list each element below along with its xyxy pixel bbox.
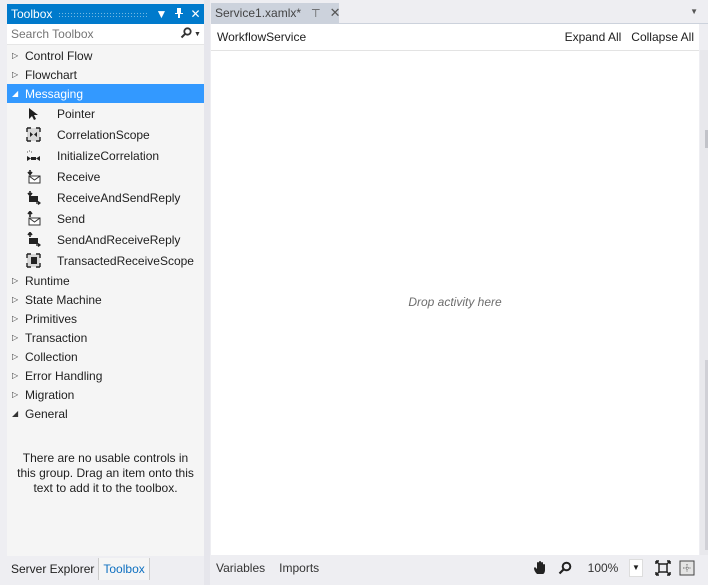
item-label: InitializeCorrelation xyxy=(57,148,160,163)
group-general[interactable]: ◢ General xyxy=(7,404,204,423)
toolbox-item-receive[interactable]: Receive xyxy=(7,166,204,187)
group-runtime[interactable]: ▷ Runtime xyxy=(7,271,204,290)
tab-server-explorer[interactable]: Server Explorer xyxy=(7,558,98,580)
collapsed-triangle-icon: ▷ xyxy=(12,295,19,304)
pin-tab-icon[interactable]: ⊤ xyxy=(311,7,321,20)
search-input[interactable] xyxy=(11,27,178,41)
group-messaging[interactable]: ◢ Messaging xyxy=(7,84,204,103)
item-label: Send xyxy=(57,211,86,226)
document-tab-service1[interactable]: Service1.xamlx* ⊤ ✕ xyxy=(211,3,341,23)
toolbox-item-initialize-correlation[interactable]: InitializeCorrelation xyxy=(7,145,204,166)
item-label: CorrelationScope xyxy=(57,127,150,142)
correlation-scope-icon xyxy=(25,127,41,143)
toolbox-title-bar[interactable]: Toolbox ▼ ✕ xyxy=(7,4,204,24)
group-error-handling[interactable]: ▷ Error Handling xyxy=(7,366,204,385)
tool-window-tabs: Server Explorer Toolbox xyxy=(7,558,150,580)
collapsed-triangle-icon: ▷ xyxy=(12,70,19,79)
toolbox-title: Toolbox xyxy=(11,7,53,21)
workflow-designer: WorkflowService Expand All Collapse All … xyxy=(211,24,699,555)
breadcrumb[interactable]: WorkflowService xyxy=(217,30,555,44)
search-icon[interactable] xyxy=(178,26,194,42)
collapsed-triangle-icon: ▷ xyxy=(12,314,19,323)
tab-toolbox[interactable]: Toolbox xyxy=(98,558,150,580)
pointer-icon xyxy=(25,106,41,122)
close-icon[interactable]: ✕ xyxy=(187,7,204,21)
receive-icon xyxy=(25,169,41,185)
group-label: Collection xyxy=(25,349,78,364)
group-label: State Machine xyxy=(25,292,102,307)
designer-statusbar: Variables Imports 100% ▼ xyxy=(211,555,699,580)
toolbox-search[interactable]: ▼ xyxy=(7,24,204,45)
zoom-level[interactable]: 100% xyxy=(577,561,629,575)
toolbox-item-receive-and-send-reply[interactable]: ReceiveAndSendReply xyxy=(7,187,204,208)
document-tab-label: Service1.xamlx* xyxy=(215,6,302,20)
group-label: Error Handling xyxy=(25,368,103,383)
collapsed-triangle-icon: ▷ xyxy=(12,371,19,380)
collapsed-triangle-icon: ▷ xyxy=(12,333,19,342)
toolbox-item-send-and-receive-reply[interactable]: SendAndReceiveReply xyxy=(7,229,204,250)
panel-splitter[interactable] xyxy=(204,0,210,585)
toolbox-item-pointer[interactable]: Pointer xyxy=(7,103,204,124)
collapsed-triangle-icon: ▷ xyxy=(12,276,19,285)
collapse-all-button[interactable]: Collapse All xyxy=(631,30,694,44)
group-label: Migration xyxy=(25,387,75,402)
fit-to-screen-icon[interactable] xyxy=(651,558,675,578)
pin-icon[interactable] xyxy=(170,7,187,22)
designer-header: WorkflowService Expand All Collapse All xyxy=(211,24,699,51)
group-label: Runtime xyxy=(25,273,70,288)
vertical-scrollbar[interactable] xyxy=(700,50,708,555)
collapsed-triangle-icon: ▷ xyxy=(12,352,19,361)
expanded-triangle-icon: ◢ xyxy=(12,409,19,418)
group-label: Messaging xyxy=(25,86,84,101)
group-label: Control Flow xyxy=(25,48,93,63)
variables-button[interactable]: Variables xyxy=(211,561,270,575)
group-collection[interactable]: ▷ Collection xyxy=(7,347,204,366)
toolbox-item-transacted-receive-scope[interactable]: TransactedReceiveScope xyxy=(7,250,204,271)
item-label: SendAndReceiveReply xyxy=(57,232,181,247)
collapsed-triangle-icon: ▷ xyxy=(12,51,19,60)
toolbox-tree: ▷ Control Flow ▷ Flowchart ◢ Messaging P… xyxy=(7,45,204,496)
close-tab-icon[interactable]: ✕ xyxy=(330,5,341,21)
item-label: ReceiveAndSendReply xyxy=(57,190,181,205)
send-icon xyxy=(25,211,41,227)
document-list-dropdown-icon[interactable]: ▼ xyxy=(690,7,698,16)
group-label: General xyxy=(25,406,68,421)
pan-hand-icon[interactable] xyxy=(529,558,553,578)
item-label: TransactedReceiveScope xyxy=(57,253,194,268)
document-tab-strip: Service1.xamlx* ⊤ ✕ ▼ xyxy=(211,3,708,23)
transacted-receive-scope-icon xyxy=(25,253,41,269)
search-options-dropdown-icon[interactable]: ▼ xyxy=(194,31,204,38)
toolbox-item-send[interactable]: Send xyxy=(7,208,204,229)
group-primitives[interactable]: ▷ Primitives xyxy=(7,309,204,328)
initialize-correlation-icon xyxy=(25,148,41,164)
imports-button[interactable]: Imports xyxy=(274,561,324,575)
group-control-flow[interactable]: ▷ Control Flow xyxy=(7,46,204,65)
collapsed-triangle-icon: ▷ xyxy=(12,390,19,399)
item-label: Pointer xyxy=(57,106,96,121)
drag-grip[interactable] xyxy=(58,11,147,17)
zoom-dropdown-icon[interactable]: ▼ xyxy=(629,558,643,577)
send-and-receive-reply-icon xyxy=(25,232,41,248)
group-state-machine[interactable]: ▷ State Machine xyxy=(7,290,204,309)
drop-activity-target[interactable]: Drop activity here xyxy=(211,295,699,309)
item-label: Receive xyxy=(57,169,101,184)
group-label: Flowchart xyxy=(25,67,78,82)
zoom-magnifier-icon[interactable] xyxy=(553,558,577,578)
group-transaction[interactable]: ▷ Transaction xyxy=(7,328,204,347)
group-migration[interactable]: ▷ Migration xyxy=(7,385,204,404)
window-position-dropdown-icon[interactable]: ▼ xyxy=(153,7,170,21)
empty-group-message[interactable]: There are no usable controls in this gro… xyxy=(7,423,204,496)
group-flowchart[interactable]: ▷ Flowchart xyxy=(7,65,204,84)
overview-map-icon[interactable] xyxy=(675,558,699,578)
group-label: Primitives xyxy=(25,311,78,326)
group-label: Transaction xyxy=(25,330,88,345)
expanded-triangle-icon: ◢ xyxy=(12,89,19,98)
toolbox-item-correlation-scope[interactable]: CorrelationScope xyxy=(7,124,204,145)
toolbox-panel: Toolbox ▼ ✕ ▼ ▷ Control Flow ▷ Flowchart… xyxy=(7,4,204,556)
expand-all-button[interactable]: Expand All xyxy=(565,30,622,44)
receive-and-send-reply-icon xyxy=(25,190,41,206)
